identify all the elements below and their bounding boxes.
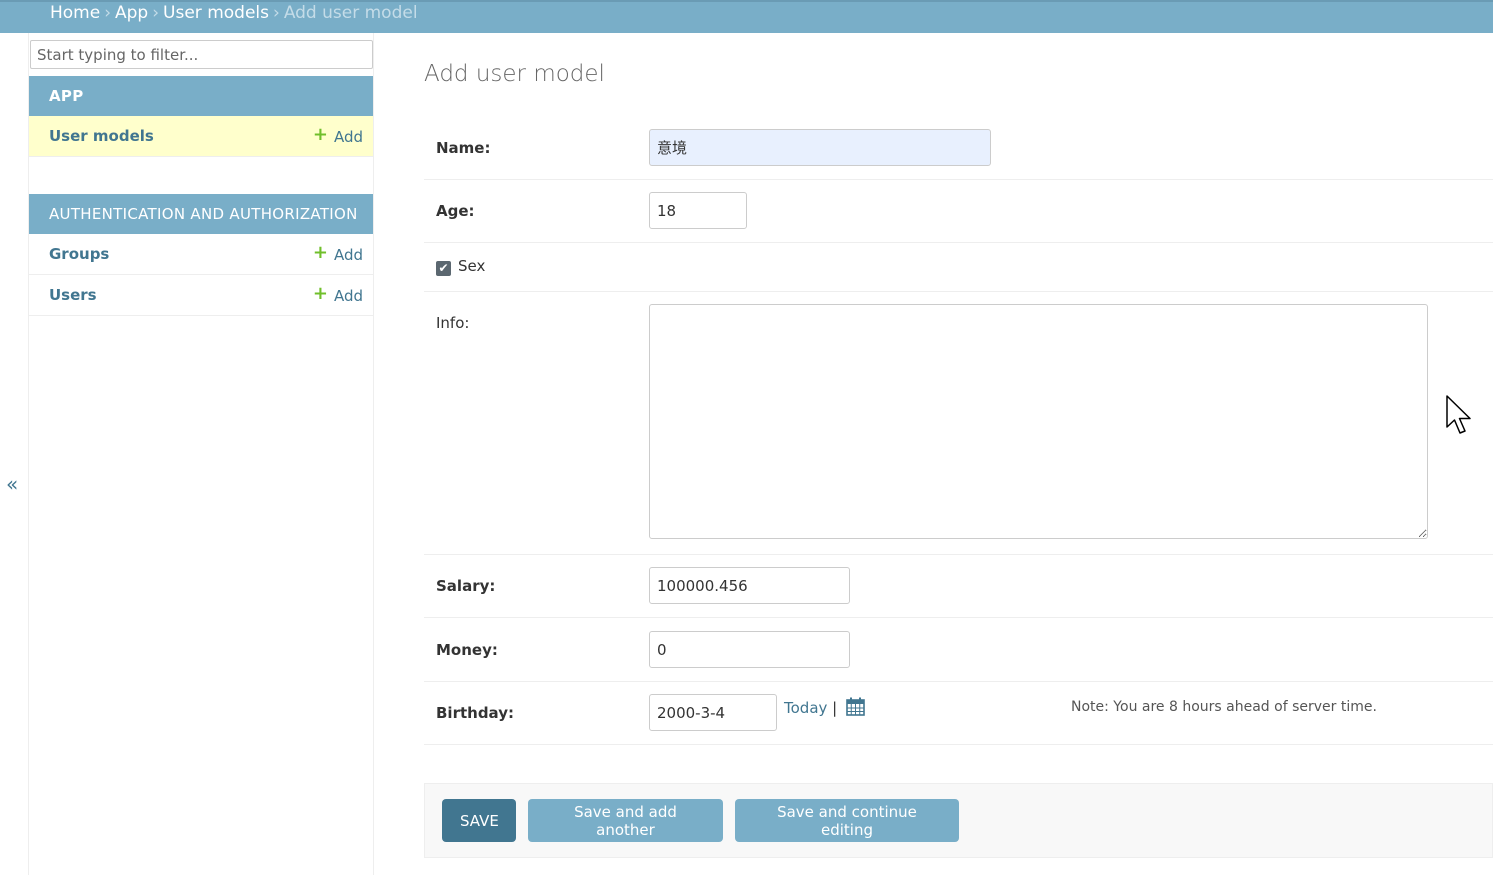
breadcrumb-user-models[interactable]: User models xyxy=(163,3,269,23)
breadcrumb-home[interactable]: Home xyxy=(50,3,100,23)
nav-filter-input[interactable] xyxy=(30,40,373,69)
model-link-groups[interactable]: Groups xyxy=(49,245,109,263)
sidebar-item-users: Users + Add xyxy=(29,275,373,316)
name-input[interactable] xyxy=(649,129,991,166)
breadcrumb-current: Add user model xyxy=(283,3,418,23)
save-button[interactable]: SAVE xyxy=(442,799,516,842)
form-row-sex: ✔ Sex xyxy=(424,243,1493,292)
birthday-input[interactable] xyxy=(649,694,777,731)
add-user-model-link[interactable]: + Add xyxy=(313,116,363,158)
add-group-link[interactable]: + Add xyxy=(313,234,363,276)
shortcut-divider: | xyxy=(832,699,838,717)
sidebar-item-groups: Groups + Add xyxy=(29,234,373,275)
model-link-user-models[interactable]: User models xyxy=(49,127,154,145)
save-and-continue-button[interactable]: Save and continue editing xyxy=(735,799,959,842)
breadcrumb-separator: › xyxy=(273,3,280,23)
form-row-birthday: Birthday: Today | xyxy=(424,682,1493,745)
age-label: Age: xyxy=(436,202,475,220)
sidebar-item-user-models: User models + Add xyxy=(29,116,373,157)
birthday-label: Birthday: xyxy=(436,704,514,722)
date-shortcuts: Today | xyxy=(784,697,865,720)
add-user-link[interactable]: + Add xyxy=(313,275,363,317)
age-input[interactable] xyxy=(649,192,747,229)
form-row-age: Age: xyxy=(424,180,1493,243)
add-icon: + xyxy=(312,124,328,145)
money-label: Money: xyxy=(436,641,498,659)
mouse-cursor-icon xyxy=(1445,395,1473,441)
submit-row: SAVE Save and add another Save and conti… xyxy=(424,783,1493,858)
form-row-name: Name: xyxy=(424,117,1493,180)
sex-checkbox[interactable]: ✔ xyxy=(436,261,451,276)
breadcrumb-separator: › xyxy=(152,3,160,23)
add-link-label: Add xyxy=(333,128,363,146)
form-row-money: Money: xyxy=(424,618,1493,682)
page-title: Add user model xyxy=(424,61,605,87)
form-row-salary: Salary: xyxy=(424,555,1493,618)
add-icon: + xyxy=(312,283,328,304)
save-and-add-another-button[interactable]: Save and add another xyxy=(528,799,723,842)
salary-label: Salary: xyxy=(436,577,496,595)
info-label: Info: xyxy=(436,314,470,332)
add-icon: + xyxy=(312,242,328,263)
money-input[interactable] xyxy=(649,631,850,668)
model-link-users[interactable]: Users xyxy=(49,286,97,304)
calendar-icon[interactable] xyxy=(846,697,865,720)
toggle-sidebar-button[interactable]: « xyxy=(6,472,24,498)
sex-label[interactable]: Sex xyxy=(458,257,485,275)
sidebar-nav: APP User models + Add AUTHENTICATION AND … xyxy=(28,33,374,875)
module-caption-app[interactable]: APP xyxy=(29,76,373,116)
salary-input[interactable] xyxy=(649,567,850,604)
breadcrumb: Home › App › User models › Add user model xyxy=(0,0,1493,33)
breadcrumb-app[interactable]: App xyxy=(115,3,148,23)
today-link[interactable]: Today xyxy=(784,699,827,717)
add-link-label: Add xyxy=(333,246,363,264)
name-label: Name: xyxy=(436,139,491,157)
breadcrumb-separator: › xyxy=(104,3,112,23)
form-row-info: Info: xyxy=(424,292,1493,555)
info-textarea[interactable] xyxy=(649,304,1428,539)
add-link-label: Add xyxy=(333,287,363,305)
module-caption-auth[interactable]: AUTHENTICATION AND AUTHORIZATION xyxy=(29,194,373,234)
timezone-warning: Note: You are 8 hours ahead of server ti… xyxy=(1071,699,1377,715)
